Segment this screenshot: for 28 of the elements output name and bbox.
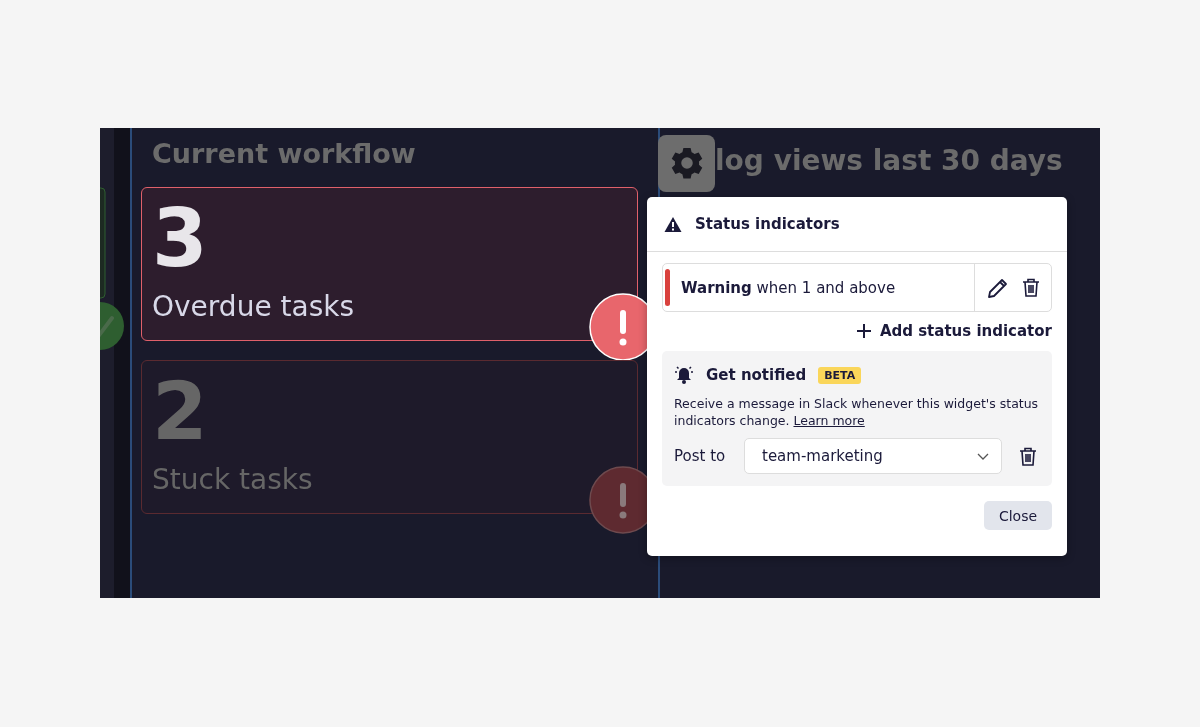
metric-label: Stuck tasks bbox=[152, 463, 314, 496]
pencil-icon bbox=[987, 276, 1009, 299]
settings-button[interactable] bbox=[658, 134, 715, 192]
add-indicator-button[interactable]: Add status indicator bbox=[856, 322, 1052, 340]
bell-icon bbox=[674, 365, 694, 385]
edit-button[interactable] bbox=[987, 276, 1009, 299]
post-to-label: Post to bbox=[674, 447, 727, 465]
popup-title: Status indicators bbox=[695, 215, 840, 233]
widget-title: Current workflow bbox=[151, 137, 417, 171]
delete-button[interactable] bbox=[1018, 445, 1038, 467]
trash-icon bbox=[1021, 277, 1041, 298]
beta-badge: BETA bbox=[818, 366, 862, 384]
metric-value: 2 bbox=[152, 367, 209, 457]
trash-icon bbox=[1018, 445, 1038, 467]
metric-label: Overdue tasks bbox=[152, 290, 356, 323]
channel-select[interactable]: team-marketing bbox=[744, 438, 1002, 474]
notify-description: Receive a message in Slack whenever this widget's status indicators change. Learn more bbox=[674, 395, 1040, 429]
close-button[interactable]: Close bbox=[984, 501, 1052, 530]
check-icon bbox=[100, 302, 124, 350]
plus-icon bbox=[856, 324, 871, 338]
learn-more-link[interactable]: Learn more bbox=[793, 413, 865, 428]
chevron-down-icon bbox=[977, 452, 989, 460]
notify-title: Get notified bbox=[706, 366, 807, 384]
metric-value: 3 bbox=[152, 194, 209, 284]
widget-title: log views last 30 days bbox=[715, 143, 1063, 177]
delete-button[interactable] bbox=[1021, 277, 1041, 298]
indicator-text: Warning when 1 and above bbox=[680, 278, 897, 297]
warning-icon bbox=[664, 215, 682, 233]
